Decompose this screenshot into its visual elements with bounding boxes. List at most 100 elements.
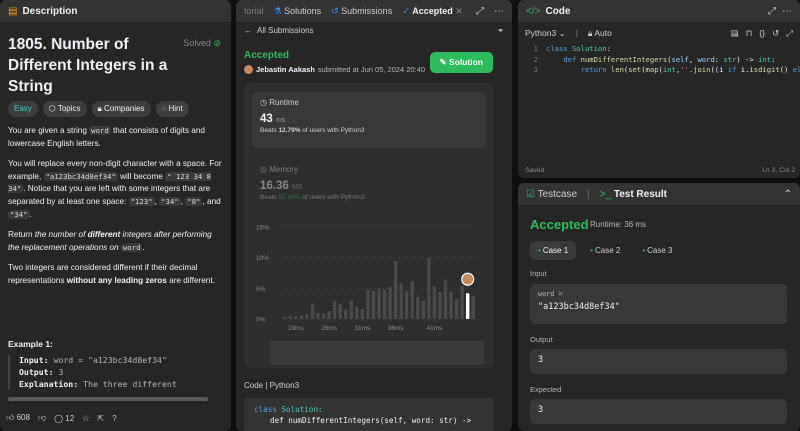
chart-bar[interactable] [399, 283, 403, 319]
description-header: ▤ Description [0, 0, 231, 22]
chart-bar[interactable] [283, 317, 287, 319]
paragraph: Two integers are considered different if… [8, 263, 215, 285]
chart-bar[interactable] [294, 316, 298, 319]
companies-tag[interactable]: 🔒︎ Companies [91, 101, 151, 117]
save-status: Saved [525, 167, 545, 174]
tab-code[interactable]: Code [545, 6, 570, 17]
braces-icon[interactable]: {} [759, 28, 765, 39]
tab-testcase[interactable]: ☑ Testcase [526, 189, 577, 200]
close-tab-icon[interactable]: ✕ [455, 6, 463, 16]
chart-bar[interactable] [338, 304, 342, 319]
chart-bar[interactable] [382, 289, 387, 319]
stats-card: ◷ Runtime 43 ms Beats 12.79% of users wi… [244, 83, 494, 368]
tab-accepted[interactable]: ✓ Accepted ✕ [402, 6, 463, 17]
memory-icon: ◎ [260, 165, 270, 174]
submission-tabs: torial ⚗︎ Solutions ↺ Submissions ✓ Acce… [236, 0, 512, 22]
chart-bar[interactable] [465, 293, 470, 319]
chart-bar[interactable] [410, 280, 414, 319]
chart-bar[interactable] [432, 286, 437, 319]
more-icon[interactable]: ⋯ [782, 6, 792, 17]
runtime-distribution-chart[interactable]: 15% 10% 5% 0% 19ms 26ms 31ms 36ms 41ms [244, 221, 494, 339]
star-icon[interactable]: ☆ [82, 414, 89, 423]
chart-bar[interactable] [299, 315, 304, 319]
chart-bar[interactable] [360, 309, 365, 319]
paragraph: You will replace every non-digit charact… [8, 159, 222, 219]
chart-bar[interactable] [305, 314, 309, 319]
case-1-tab[interactable]: • Case 1 [530, 241, 577, 260]
y-tick-label: 5% [256, 286, 266, 293]
maximize-icon[interactable]: ⤢ [768, 6, 776, 17]
chart-bar[interactable] [460, 285, 464, 319]
tab-solutions[interactable]: ⚗︎ Solutions [274, 6, 322, 17]
code-editor[interactable]: 1 class Solution: 2 def numDifferentInteg… [518, 44, 800, 76]
bookmark-icon[interactable]: ⊓ [746, 28, 753, 39]
expand-icon[interactable]: ⤢ [786, 28, 793, 39]
chart-bar[interactable] [421, 300, 426, 319]
case-3-tab[interactable]: • Case 3 [634, 241, 680, 260]
language-select[interactable]: Python3 ⌄ [525, 28, 566, 39]
chart-bar[interactable] [332, 300, 337, 319]
chart-bar[interactable] [416, 296, 420, 319]
chart-bar[interactable] [438, 292, 442, 319]
description-icon: ▤ [8, 5, 18, 17]
back-arrow-icon[interactable]: ← [244, 26, 252, 35]
chevron-down-icon: ⌄ [558, 27, 566, 38]
auto-mode[interactable]: 🔒︎ Auto [588, 28, 612, 39]
horizontal-scrollbar[interactable] [8, 397, 208, 401]
chart-bar[interactable] [371, 290, 376, 319]
more-icon[interactable]: ⋯ [494, 6, 504, 17]
chart-bar[interactable] [427, 257, 431, 319]
chart-bar[interactable] [404, 290, 409, 319]
chart-bar[interactable] [443, 279, 448, 319]
comment-icon: ◯ [54, 413, 64, 423]
chart-bar[interactable] [366, 289, 370, 319]
comments-button[interactable]: ◯ 12 [54, 414, 74, 423]
link-icon[interactable]: ⚭ [497, 26, 504, 35]
expected-label: Expected [530, 385, 562, 394]
chart-bar[interactable] [454, 298, 459, 319]
chart-bar[interactable] [321, 313, 326, 319]
chart-bar[interactable] [349, 300, 354, 319]
x-tick-label: 41ms [426, 325, 443, 332]
chart-bar[interactable] [288, 315, 293, 319]
back-row: ← All Submissions ⚭ [244, 26, 504, 35]
dislike-button[interactable]: 👎︎ [38, 413, 46, 423]
chart-bar[interactable] [344, 309, 348, 319]
memory-card[interactable]: ◎ Memory 16.36 MB Beats 97.48% of users … [260, 165, 364, 201]
problem-description: You are given a string word that consist… [8, 125, 223, 296]
maximize-icon[interactable]: ⤢ [476, 6, 484, 17]
tab-test-result[interactable]: >_ Test Result [600, 189, 667, 200]
chart-bar[interactable] [471, 295, 475, 319]
solution-button[interactable]: ✎ Solution [429, 52, 493, 73]
tab-editorial[interactable]: torial [244, 6, 264, 16]
x-tick-label: 31ms [354, 325, 371, 332]
notes-icon[interactable]: ▤ [731, 28, 739, 39]
chart-bar[interactable] [327, 311, 331, 319]
chart-bar[interactable] [316, 312, 320, 319]
chart-range-slider[interactable] [270, 341, 484, 365]
checkbox-icon: ☑ [526, 188, 538, 200]
tab-submissions[interactable]: ↺ Submissions [331, 6, 392, 17]
chart-bar[interactable] [355, 306, 359, 319]
chart-bar[interactable] [449, 291, 453, 319]
runtime-card[interactable]: ◷ Runtime 43 ms Beats 12.79% of users wi… [252, 92, 486, 148]
collapse-icon[interactable]: ⌃ [784, 189, 792, 200]
chart-bar[interactable] [388, 287, 392, 319]
difficulty-tag[interactable]: Easy [8, 101, 38, 117]
tab-description[interactable]: Description [22, 6, 77, 17]
hint-tag[interactable]: ◌ Hint [155, 101, 189, 117]
avatar[interactable] [244, 65, 253, 74]
edit-icon: ✎ [439, 57, 449, 67]
input-box: word = "a123bc34d8ef34" [530, 284, 787, 324]
chart-bar[interactable] [310, 303, 315, 319]
help-icon[interactable]: ? [112, 414, 116, 423]
chart-bar[interactable] [377, 288, 381, 319]
topics-tag[interactable]: ⬡ Topics [42, 101, 87, 117]
reset-icon[interactable]: ↺ [772, 28, 779, 39]
chart-bar[interactable] [393, 260, 398, 319]
case-2-tab[interactable]: • Case 2 [582, 241, 628, 260]
share-icon[interactable]: ⇱ [97, 414, 104, 423]
author-name[interactable]: Jebastin Aakash [256, 65, 315, 74]
like-button[interactable]: 👍︎ 608 [6, 413, 30, 423]
all-submissions-link[interactable]: All Submissions [257, 26, 313, 35]
